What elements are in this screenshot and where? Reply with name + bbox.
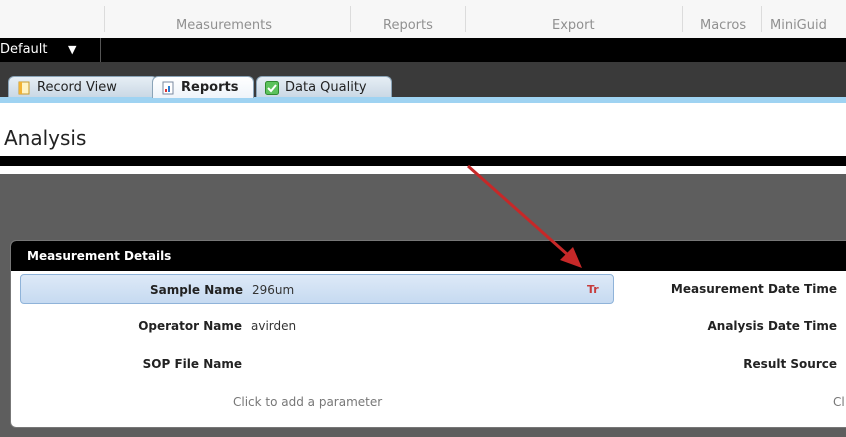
ribbon-group-measurements[interactable]: Measurements bbox=[176, 18, 272, 33]
ribbon-separator bbox=[350, 6, 351, 32]
checkmark-icon bbox=[265, 81, 279, 95]
parameter-label: Result Source bbox=[743, 357, 837, 371]
parameter-row-sample-name[interactable]: Sample Name 296um Tr bbox=[20, 274, 614, 304]
measurement-details-panel: Measurement Details Sample Name 296um Tr… bbox=[10, 240, 846, 428]
tab-data-quality[interactable]: Data Quality bbox=[256, 76, 392, 98]
profile-dropdown[interactable]: Default ▼ bbox=[0, 38, 101, 62]
parameter-label: Operator Name bbox=[138, 319, 242, 333]
tab-label: Data Quality bbox=[285, 80, 367, 95]
ribbon-group-export[interactable]: Export bbox=[552, 18, 595, 33]
report-icon bbox=[162, 81, 174, 95]
parameter-value[interactable]: avirden bbox=[251, 311, 296, 341]
ribbon-separator bbox=[104, 6, 105, 32]
tab-label: Reports bbox=[181, 80, 239, 95]
parameter-label: Sample Name bbox=[149, 283, 243, 297]
ribbon-group-reports[interactable]: Reports bbox=[383, 18, 433, 33]
tab-strip-underline bbox=[0, 97, 846, 103]
add-parameter-link-right[interactable]: Cl bbox=[833, 395, 845, 409]
ribbon-separator bbox=[682, 6, 683, 32]
parameter-row-result-source[interactable]: Result Source bbox=[611, 349, 837, 379]
parameter-row-sop-file-name[interactable]: SOP File Name bbox=[20, 349, 614, 379]
tab-record-view[interactable]: Record View bbox=[8, 76, 158, 98]
ribbon-separator bbox=[761, 6, 762, 32]
ribbon-separator bbox=[465, 6, 466, 32]
parameter-label: SOP File Name bbox=[142, 357, 242, 371]
parameter-value[interactable]: 296um bbox=[252, 275, 294, 305]
parameter-label: Analysis Date Time bbox=[707, 319, 838, 333]
profile-dropdown-value: Default bbox=[0, 42, 48, 57]
ribbon: Measurements Reports Export Macros MiniG… bbox=[0, 0, 846, 38]
parameter-row-operator-name[interactable]: Operator Name avirden bbox=[20, 311, 614, 341]
tab-strip: Record View Reports Data Quality bbox=[0, 62, 846, 103]
tab-reports[interactable]: Reports bbox=[152, 76, 254, 98]
page-title: Analysis bbox=[4, 126, 87, 150]
tab-label: Record View bbox=[37, 80, 117, 95]
add-parameter-link[interactable]: Click to add a parameter bbox=[233, 395, 382, 409]
parameter-label: Measurement Date Time bbox=[670, 282, 837, 296]
profile-bar: Default ▼ bbox=[0, 38, 846, 62]
text-format-icon[interactable]: Tr bbox=[587, 275, 599, 305]
panel-header-title: Measurement Details bbox=[27, 249, 172, 263]
ribbon-group-miniguide[interactable]: MiniGuid bbox=[770, 18, 827, 33]
chevron-down-icon: ▼ bbox=[68, 43, 77, 56]
ribbon-group-macros[interactable]: Macros bbox=[700, 18, 746, 33]
title-divider bbox=[0, 156, 846, 166]
parameter-row-measurement-date-time[interactable]: Measurement Date Time bbox=[611, 274, 837, 304]
panel-header: Measurement Details bbox=[11, 241, 846, 271]
parameter-row-analysis-date-time[interactable]: Analysis Date Time bbox=[611, 311, 838, 341]
document-icon bbox=[18, 81, 30, 95]
